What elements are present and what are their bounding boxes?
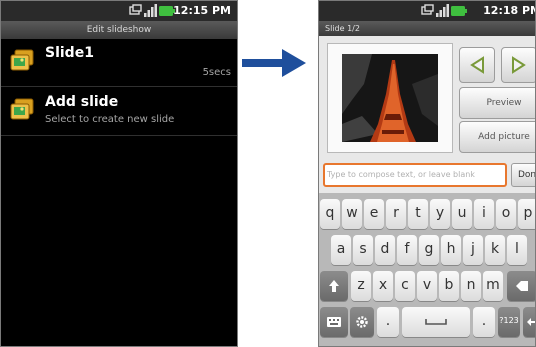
- add-picture-button[interactable]: Add picture: [459, 121, 535, 153]
- key-v[interactable]: v: [417, 271, 437, 301]
- key-r[interactable]: r: [386, 199, 406, 229]
- slide-editor-screen: 12:18 PM Slide 1/2 Preview Add picture T…: [318, 0, 536, 347]
- keyboard-icon: [327, 317, 341, 327]
- key-b[interactable]: b: [439, 271, 459, 301]
- key-k[interactable]: k: [485, 235, 505, 265]
- key-d[interactable]: d: [375, 235, 395, 265]
- sync-icon: [129, 4, 142, 15]
- status-bar: 12:15 PM: [1, 1, 237, 21]
- shift-arrow-icon: [329, 280, 339, 292]
- status-bar: 12:18 PM: [319, 1, 535, 21]
- backspace-icon: [516, 281, 528, 291]
- space-bar-icon: [425, 319, 447, 325]
- edit-slideshow-screen: 12:15 PM Edit slideshow Slide1 5secs Add…: [0, 0, 238, 347]
- key-a[interactable]: a: [331, 235, 351, 265]
- key-m[interactable]: m: [483, 271, 503, 301]
- slide-duration: 5secs: [202, 67, 231, 78]
- key-c[interactable]: c: [395, 271, 415, 301]
- done-button[interactable]: Done: [511, 163, 535, 187]
- period-key[interactable]: .: [473, 307, 495, 337]
- space-key[interactable]: [402, 307, 470, 337]
- add-slide-item[interactable]: Add slide Select to create new slide: [1, 88, 237, 136]
- add-slide-icon: [10, 98, 34, 120]
- arrow-right-icon: [512, 56, 526, 74]
- slide-list-item[interactable]: Slide1 5secs: [1, 39, 237, 87]
- add-slide-title: Add slide: [45, 94, 119, 110]
- enter-key[interactable]: [523, 307, 535, 337]
- soft-keyboard: q w e r t y u i o p a s d f g h j k l z …: [319, 193, 535, 346]
- key-i[interactable]: i: [474, 199, 494, 229]
- next-slide-button[interactable]: [501, 47, 535, 83]
- signal-icon: [436, 4, 449, 17]
- key-j[interactable]: j: [463, 235, 483, 265]
- compose-text-input[interactable]: Type to compose text, or leave blank: [323, 163, 507, 187]
- arrow-left-icon: [470, 56, 484, 74]
- previous-slide-button[interactable]: [459, 47, 495, 83]
- slide-title: Slide1: [45, 45, 94, 61]
- symbols-key[interactable]: ?123: [498, 307, 520, 337]
- key-z[interactable]: z: [351, 271, 371, 301]
- slide-preview-frame: [327, 43, 453, 153]
- key-o[interactable]: o: [496, 199, 516, 229]
- key-y[interactable]: y: [430, 199, 450, 229]
- key-t[interactable]: t: [408, 199, 428, 229]
- key-p[interactable]: p: [518, 199, 535, 229]
- status-time: 12:18 PM: [483, 4, 536, 17]
- keyboard-switch-key[interactable]: [320, 307, 348, 337]
- status-time: 12:15 PM: [173, 4, 231, 17]
- signal-icon: [144, 4, 157, 17]
- battery-icon: [451, 6, 467, 16]
- slide-counter: Slide 1/2: [319, 21, 535, 36]
- key-f[interactable]: f: [397, 235, 417, 265]
- transition-arrow-icon: [242, 49, 306, 77]
- screen-title: Edit slideshow: [1, 21, 237, 39]
- key-n[interactable]: n: [461, 271, 481, 301]
- settings-key[interactable]: [350, 307, 374, 337]
- slide-picture[interactable]: [342, 54, 438, 142]
- enter-arrow-icon: [527, 318, 535, 326]
- key-u[interactable]: u: [452, 199, 472, 229]
- preview-button[interactable]: Preview: [459, 87, 535, 119]
- key-s[interactable]: s: [353, 235, 373, 265]
- gear-icon: [356, 316, 368, 328]
- add-slide-subtitle: Select to create new slide: [45, 114, 175, 125]
- slide-thumbnail-icon: [10, 49, 34, 71]
- backspace-key[interactable]: [507, 271, 535, 301]
- key-h[interactable]: h: [441, 235, 461, 265]
- key-w[interactable]: w: [342, 199, 362, 229]
- compose-row: Type to compose text, or leave blank Don…: [319, 163, 535, 187]
- shift-key[interactable]: [320, 271, 348, 301]
- key-g[interactable]: g: [419, 235, 439, 265]
- key-e[interactable]: e: [364, 199, 384, 229]
- sync-icon: [421, 4, 434, 15]
- period-key[interactable]: .: [377, 307, 399, 337]
- key-x[interactable]: x: [373, 271, 393, 301]
- key-q[interactable]: q: [320, 199, 340, 229]
- key-l[interactable]: l: [507, 235, 527, 265]
